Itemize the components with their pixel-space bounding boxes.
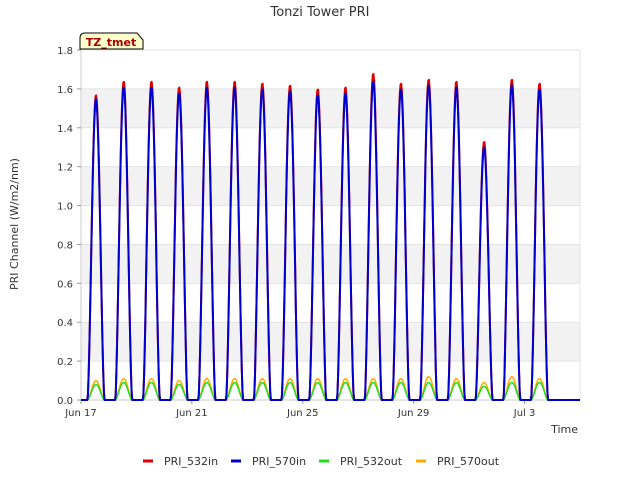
x-tick-label: Jul 3: [513, 408, 536, 419]
y-tick-label: 0.2: [57, 357, 73, 368]
y-tick-label: 0.6: [57, 279, 73, 290]
y-tick-label: 1.4: [57, 124, 73, 135]
legend-label: PRI_532in: [164, 455, 218, 468]
y-tick-label: 0.8: [57, 240, 73, 251]
legend-label: PRI_570out: [437, 455, 500, 468]
y-tick-label: 1.8: [57, 46, 73, 57]
pri-chart: Tonzi Tower PRI 0.0 0.2 0.4 0.6 0.8 1.0 1.2 1.4…: [8, 5, 581, 468]
chart-title: Tonzi Tower PRI: [270, 5, 370, 20]
legend-label: PRI_532out: [340, 455, 403, 468]
y-tick-label: 1.6: [57, 85, 73, 96]
x-tick-label: Jun 21: [175, 408, 208, 419]
site-badge-label: TZ_tmet: [86, 36, 136, 49]
x-tick-label: Jun 25: [286, 408, 319, 419]
legend-label: PRI_570in: [252, 455, 306, 468]
legend: PRI_532in PRI_570in PRI_532out PRI_570out: [143, 455, 500, 468]
y-tick-label: 0.4: [57, 318, 73, 329]
y-tick-label: 0.0: [57, 396, 73, 407]
x-tick-label: Jun 29: [397, 408, 430, 419]
site-badge: TZ_tmet: [79, 32, 144, 50]
y-tick-label: 1.2: [57, 163, 73, 174]
grid-band: [81, 88, 580, 128]
y-tick-label: 1.0: [57, 202, 73, 213]
y-axis-label: PRI Channel (W/m2/nm): [8, 158, 21, 290]
x-axis: Jun 17 Jun 21 Jun 25 Jun 29 Jul 3: [64, 399, 580, 419]
x-axis-label: Time: [550, 423, 578, 436]
y-axis: 0.0 0.2 0.4 0.6 0.8 1.0 1.2 1.4 1.6 1.8: [57, 46, 82, 407]
x-tick-label: Jun 17: [64, 408, 97, 419]
